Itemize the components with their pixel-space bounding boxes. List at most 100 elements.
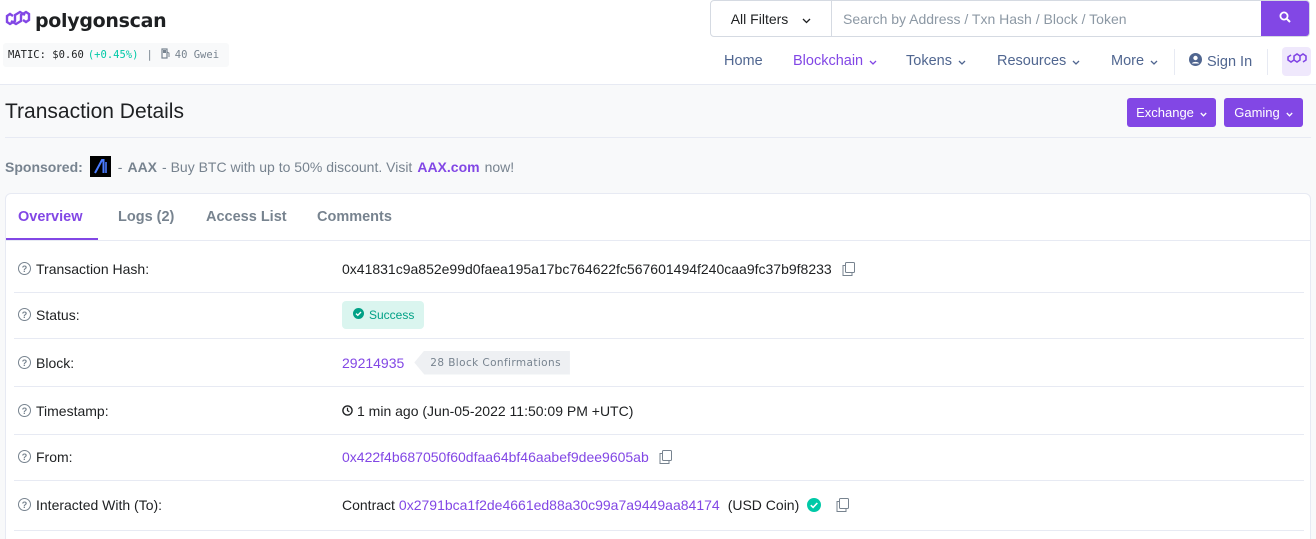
- row-label: ? Timestamp:: [18, 387, 109, 434]
- nav-blockchain-label: Blockchain: [793, 53, 864, 69]
- chevron-down-icon: [869, 53, 877, 69]
- tab-comments[interactable]: Comments: [317, 209, 392, 225]
- search-input[interactable]: [832, 1, 1261, 36]
- from-address-link[interactable]: 0x422f4b687050f60dfaa64bf46aabef9dee9605…: [342, 449, 649, 465]
- detail-row-from: ? From: 0x422f4b687050f60dfaa64bf46aabef…: [14, 433, 1304, 481]
- verified-check-icon: [807, 497, 822, 512]
- sponsored-label: Sponsored:: [5, 158, 83, 175]
- chevron-down-icon: [1200, 105, 1207, 120]
- detail-row-hash: ? Transaction Hash: 0x41831c9a852e99d0fa…: [14, 245, 1304, 293]
- copy-icon[interactable]: [836, 497, 850, 512]
- row-label: ? Transaction Hash:: [18, 245, 149, 292]
- aax-logo-icon[interactable]: [89, 156, 111, 177]
- nav-home-label: Home: [724, 53, 763, 69]
- chevron-down-icon: [958, 53, 966, 69]
- question-circle-icon[interactable]: ?: [18, 498, 31, 511]
- user-circle-icon: [1189, 53, 1202, 70]
- chevron-down-icon: [1072, 53, 1080, 69]
- filter-select[interactable]: All Filters: [711, 1, 832, 36]
- page-title: Transaction Details: [5, 100, 184, 123]
- row-value: 1 min ago (Jun-05-2022 11:50:09 PM +UTC): [342, 387, 633, 434]
- polygonscan-logo[interactable]: polygonscan: [5, 7, 167, 34]
- row-value: 29214935 28 Block Confirmations: [342, 339, 570, 386]
- sponsored-suffix: now!: [484, 158, 515, 175]
- row-value: Contract 0x2791bca1f2de4661ed88a30c99a7a…: [342, 479, 850, 530]
- title-divider: [5, 137, 1311, 138]
- sponsor-name: AAX: [127, 158, 158, 175]
- from-label: From:: [36, 448, 73, 465]
- row-label: ? Interacted With (To):: [18, 479, 162, 530]
- chevron-down-icon: [1286, 105, 1293, 120]
- contract-prefix: Contract: [342, 496, 395, 513]
- hash-label: Transaction Hash:: [36, 260, 150, 277]
- question-circle-icon[interactable]: ?: [18, 308, 31, 321]
- transaction-card: Overview Logs (2) Access List Comments ?…: [5, 193, 1311, 539]
- timestamp-label: Timestamp:: [36, 402, 109, 419]
- nav-blockchain[interactable]: Blockchain: [793, 53, 877, 69]
- nav-tokens[interactable]: Tokens: [906, 53, 966, 69]
- check-circle-icon: [353, 307, 364, 322]
- row-value: 0x422f4b687050f60dfaa64bf46aabef9dee9605…: [342, 433, 672, 480]
- row-value: Success: [342, 291, 425, 338]
- block-label: Block:: [36, 354, 75, 371]
- active-tab-indicator: [6, 238, 98, 240]
- search-bar: All Filters: [710, 0, 1310, 37]
- nav-sign-in-label: Sign In: [1207, 53, 1253, 70]
- search-button[interactable]: [1261, 1, 1309, 36]
- filter-label: All Filters: [730, 10, 789, 27]
- sponsor-link[interactable]: AAX.com: [417, 159, 479, 175]
- question-circle-icon[interactable]: ?: [18, 356, 31, 369]
- nav-divider: [1174, 49, 1175, 75]
- nav-resources[interactable]: Resources: [997, 53, 1080, 69]
- polygon-logo-icon: [1286, 52, 1307, 71]
- detail-row-timestamp: ? Timestamp: 1 min ago (Jun-05-2022 11:5…: [14, 387, 1304, 435]
- status-label: Status:: [36, 306, 80, 323]
- copy-icon[interactable]: [842, 261, 855, 276]
- detail-row-block: ? Block: 29214935 28 Block Confirmations: [14, 339, 1304, 387]
- clock-icon: [342, 403, 353, 419]
- detail-row-status: ? Status: Success: [14, 291, 1304, 339]
- question-circle-icon[interactable]: ?: [18, 262, 31, 275]
- sponsored-dash: -: [117, 158, 123, 175]
- nav-tokens-label: Tokens: [906, 53, 952, 69]
- network-switch-button[interactable]: [1282, 47, 1311, 76]
- gaming-button[interactable]: Gaming: [1224, 98, 1303, 127]
- nav-more[interactable]: More: [1111, 53, 1158, 69]
- site-header: polygonscan MATIC: $0.60 (+0.45%) | 40 G…: [0, 0, 1316, 85]
- nav-divider: [1267, 49, 1268, 75]
- block-confirmations-badge: 28 Block Confirmations: [414, 350, 570, 375]
- search-icon: [1279, 10, 1291, 28]
- contract-name: (USD Coin): [727, 496, 800, 513]
- transaction-hash[interactable]: 0x41831c9a852e99d0faea195a17bc764622fc56…: [342, 261, 832, 277]
- chevron-down-icon: [1150, 53, 1158, 69]
- copy-icon[interactable]: [659, 449, 672, 464]
- detail-row-to: ? Interacted With (To): Contract 0x2791b…: [14, 479, 1304, 531]
- question-circle-icon[interactable]: ?: [18, 404, 31, 417]
- tab-bar: Overview Logs (2) Access List Comments: [6, 194, 1310, 241]
- status-badge: Success: [342, 300, 425, 329]
- nav-more-label: More: [1111, 53, 1145, 69]
- timestamp-value: 1 min ago (Jun-05-2022 11:50:09 PM +UTC): [357, 402, 634, 419]
- nav-home[interactable]: Home: [724, 53, 763, 69]
- chevron-down-icon: [802, 11, 811, 27]
- to-label: Interacted With (To):: [36, 496, 163, 513]
- row-label: ? From:: [18, 433, 73, 480]
- block-number-link[interactable]: 29214935: [342, 355, 404, 371]
- tab-access-list[interactable]: Access List: [206, 209, 287, 225]
- sponsored-banner: Sponsored: - AAX - Buy BTC with up to 50…: [5, 156, 514, 177]
- nav-resources-label: Resources: [997, 53, 1067, 69]
- gaming-label: Gaming: [1234, 105, 1280, 120]
- nav-sign-in[interactable]: Sign In: [1189, 53, 1252, 70]
- row-value: 0x41831c9a852e99d0faea195a17bc764622fc56…: [342, 245, 855, 292]
- row-label: ? Status:: [18, 291, 80, 338]
- contract-address-link[interactable]: 0x2791bca1f2de4661ed88a30c99a7a9449aa841…: [399, 497, 720, 513]
- status-text: Success: [369, 307, 415, 322]
- row-label: ? Block:: [18, 339, 74, 386]
- exchange-button[interactable]: Exchange: [1127, 98, 1216, 127]
- main-nav: Home Blockchain Tokens Resources More Si…: [0, 47, 1316, 77]
- tab-logs[interactable]: Logs (2): [118, 209, 174, 225]
- exchange-label: Exchange: [1136, 105, 1194, 120]
- logo-text: polygonscan: [35, 9, 167, 32]
- tab-overview[interactable]: Overview: [18, 209, 83, 225]
- question-circle-icon[interactable]: ?: [18, 450, 31, 463]
